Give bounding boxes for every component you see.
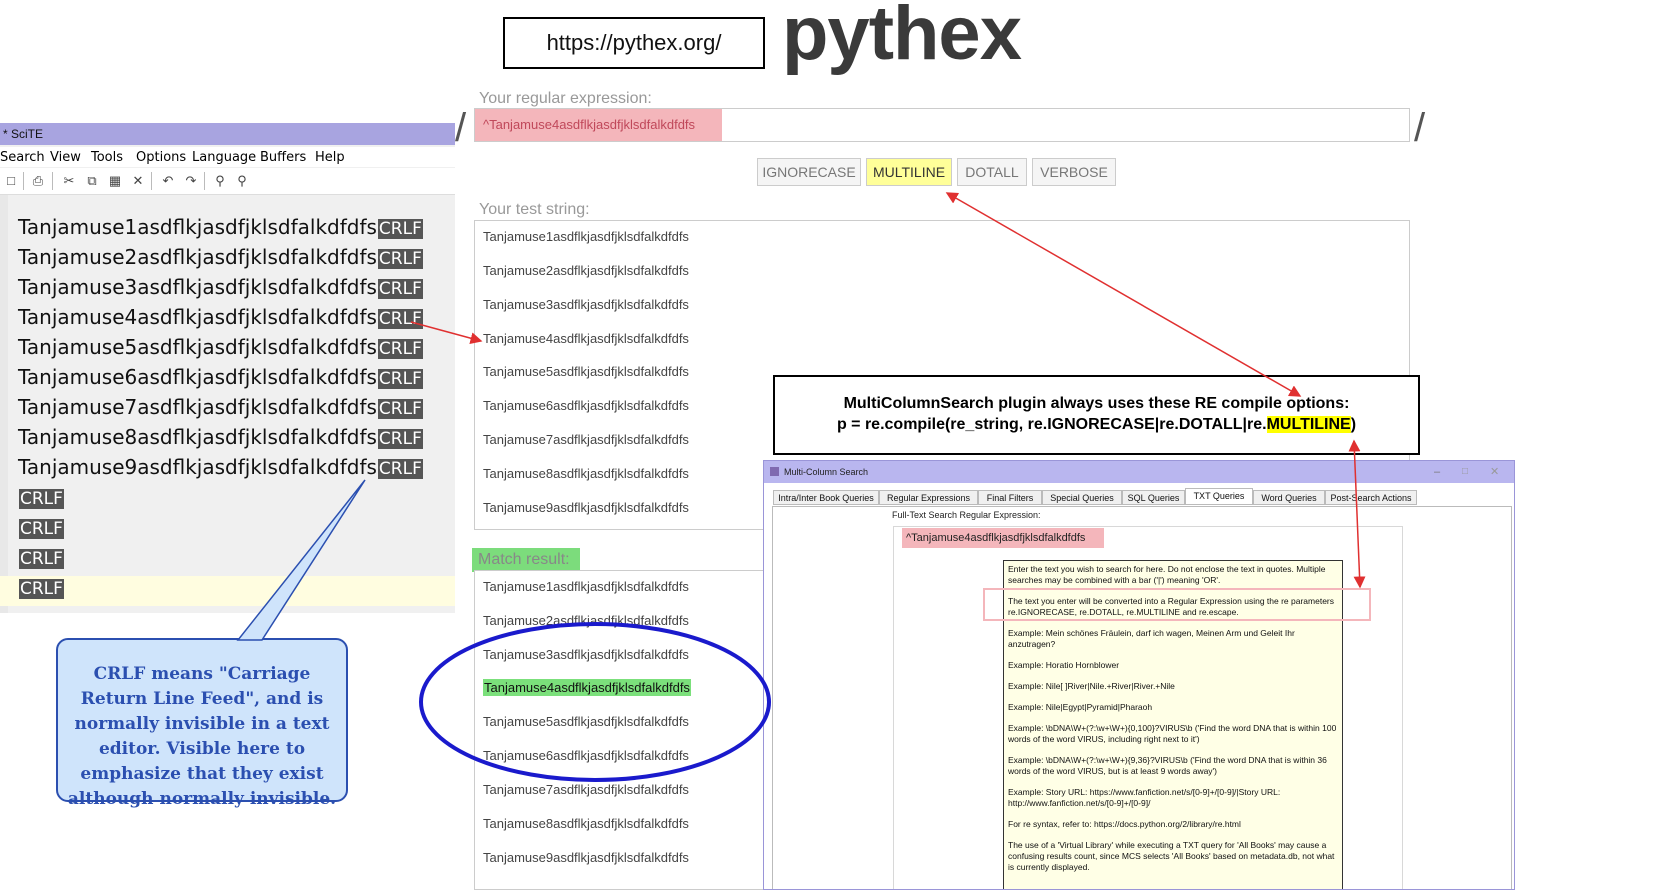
arrow-editor-to-test [410,321,483,345]
arrow-multiline-to-note [945,192,1302,397]
match-ellipse [419,622,771,782]
callout-pointer [236,479,366,641]
arrow-note-to-tooltip [1348,439,1366,589]
annotation-overlay [236,192,1366,782]
